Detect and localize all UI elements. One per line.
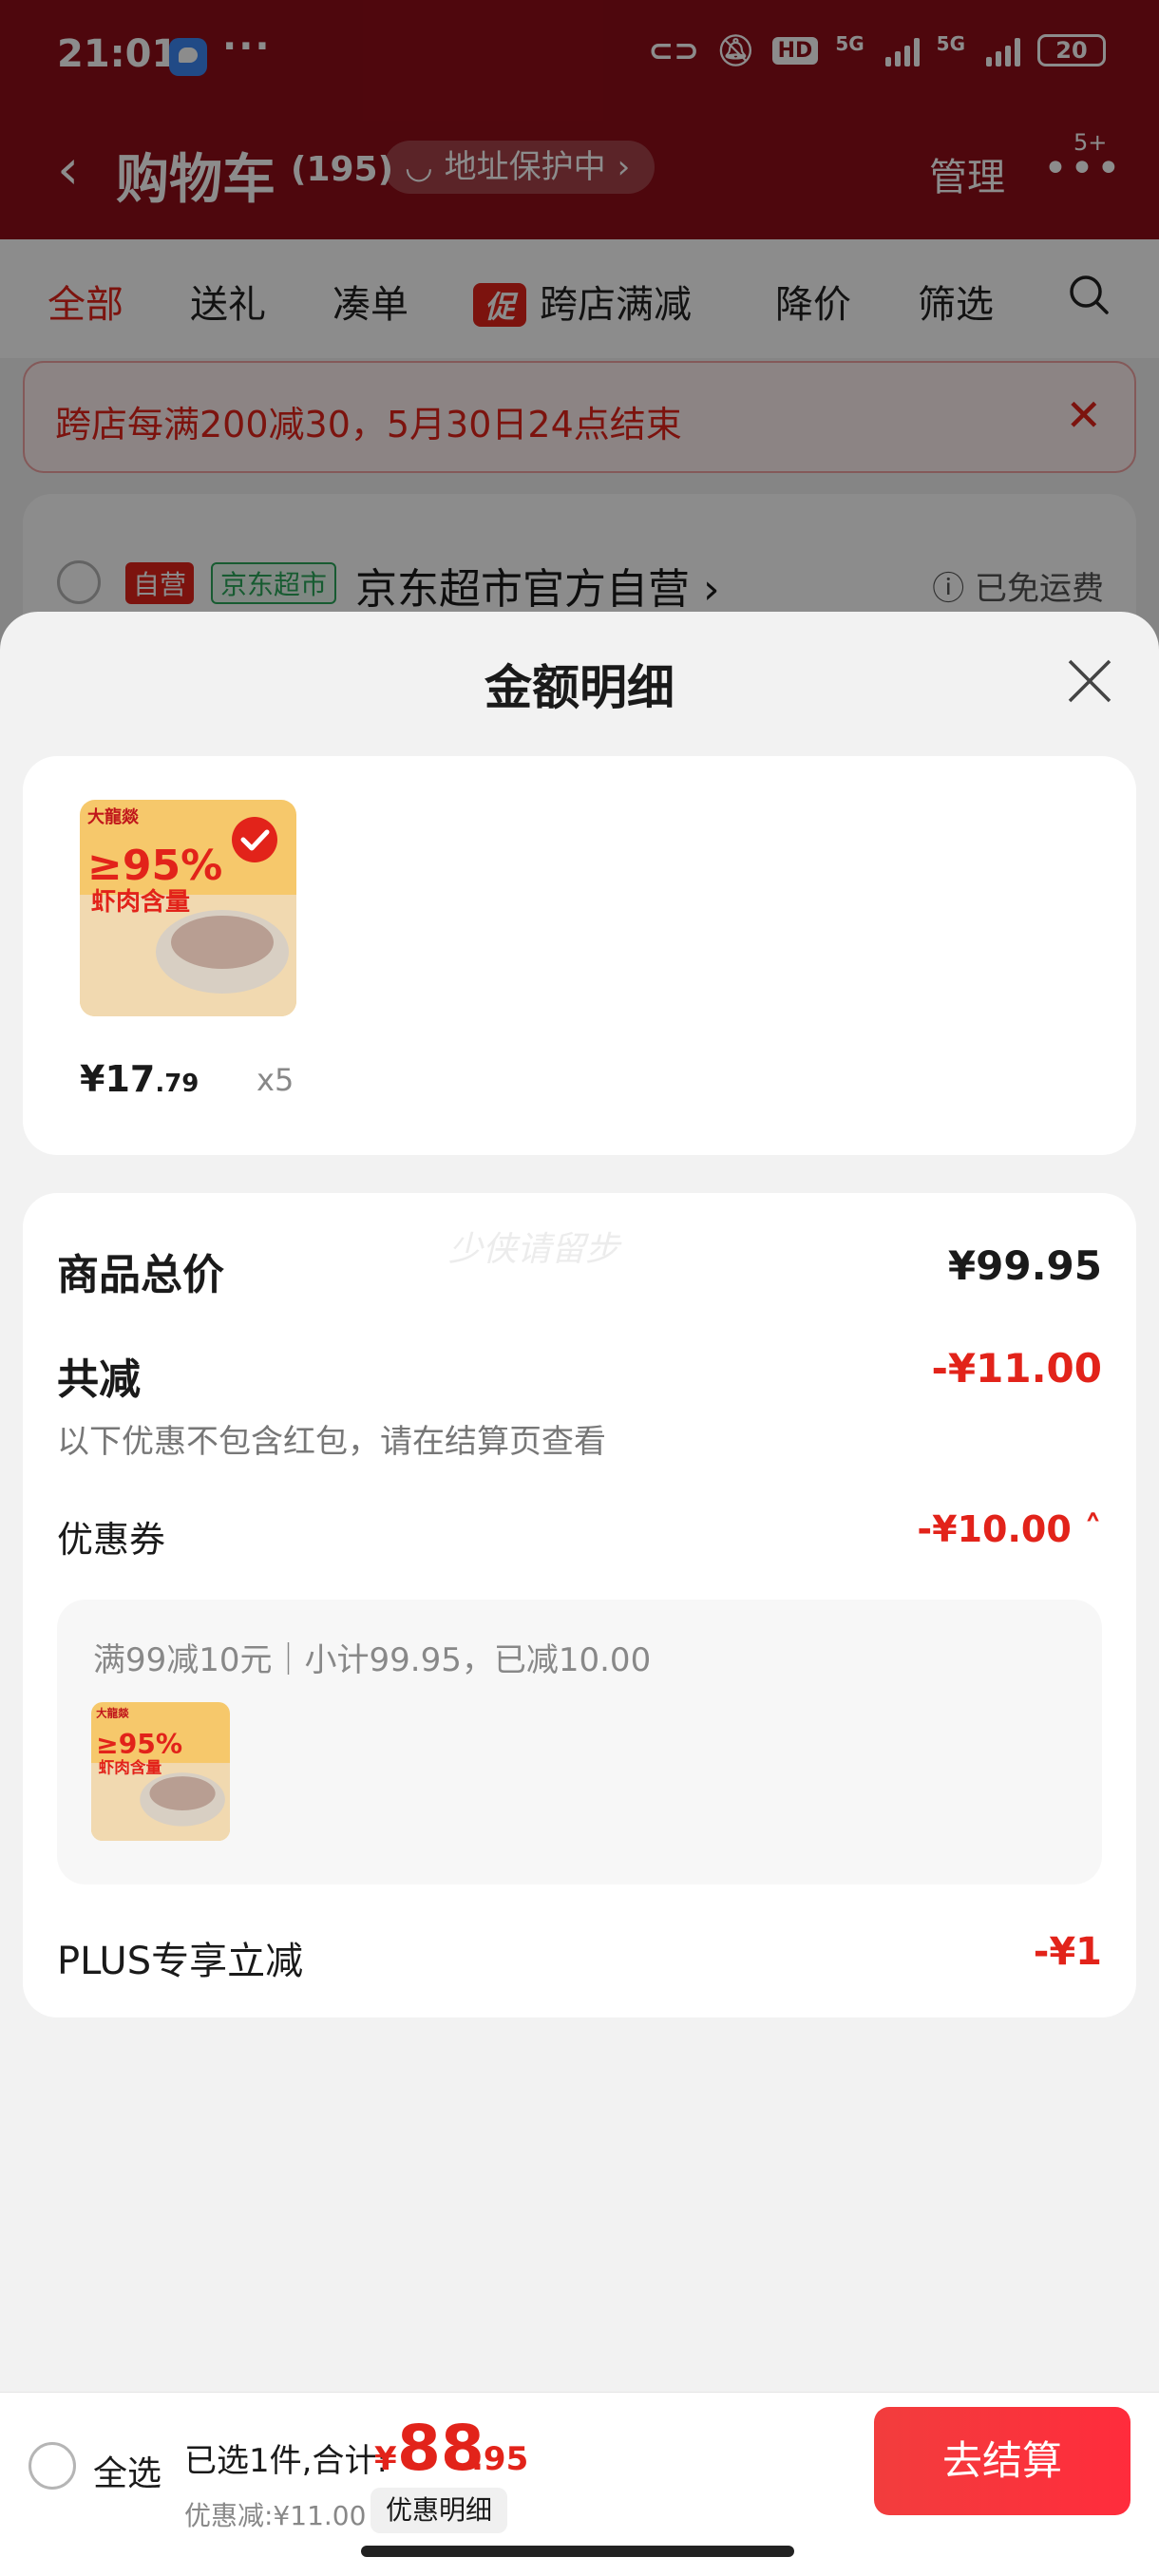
thumb-sub-text: 虾肉含量 <box>99 1757 162 1776</box>
thumb-brand-text: 大龍燚 <box>96 1706 129 1719</box>
selection-summary: 已选1件,合计: <box>184 2442 388 2480</box>
discount-note: 以下优惠不包含红包，请在结算页查看 <box>57 1423 606 1461</box>
image-sub-text: 虾肉含量 <box>91 887 190 917</box>
select-all-label[interactable]: 全选 <box>93 2446 162 2495</box>
coupon-detail-box: 满99减10元｜小计99.95，已减10.00 大龍燚 ≥95% 虾肉含量 <box>57 1600 1102 1885</box>
coupon-description: 满99减10元｜小计99.95，已减10.00 <box>93 1641 652 1679</box>
product-card: 大龍燚 ≥95% 虾肉含量 ¥17.79 x5 <box>23 756 1136 1155</box>
total-currency: ¥ <box>374 2440 397 2478</box>
price-breakdown-card: 少侠请留步 商品总价 ¥99.95 共减 -¥11.00 以下优惠不包含红包，请… <box>23 1193 1136 2017</box>
select-all-radio[interactable] <box>28 2442 76 2490</box>
discount-detail-button[interactable]: 优惠明细 <box>370 2488 508 2533</box>
product-price-main: ¥17 <box>80 1058 156 1100</box>
plus-discount-value: -¥1 <box>1033 1930 1102 1974</box>
home-indicator[interactable] <box>361 2546 794 2557</box>
coupon-label: 优惠券 <box>57 1519 166 1561</box>
coupon-product-thumbnail: 大龍燚 ≥95% 虾肉含量 <box>91 1702 230 1841</box>
product-price-decimal: .79 <box>155 1070 200 1098</box>
total-decimal: .95 <box>471 2440 529 2478</box>
close-icon[interactable] <box>1066 657 1113 705</box>
modal-overlay[interactable] <box>0 0 1159 665</box>
total-discount-value: -¥11.00 <box>931 1345 1102 1392</box>
product-price: ¥17.79 <box>80 1058 199 1100</box>
total-discount-label: 共减 <box>57 1355 141 1404</box>
plus-discount-label: PLUS专享立减 <box>57 1940 304 1983</box>
sheet-title: 金额明细 <box>484 660 674 715</box>
goods-total-label: 商品总价 <box>57 1251 224 1299</box>
image-headline-text: ≥95% <box>87 842 222 890</box>
thumb-headline-text: ≥95% <box>96 1729 182 1760</box>
coupon-value-toggle[interactable]: -¥10.00 ˄ <box>917 1508 1102 1550</box>
discount-summary: 优惠减:¥11.00 <box>184 2500 367 2531</box>
cart-page-background: 21:01 ··· ⊂⊃ 🔕︎ HD 5G 5G 20 ‹ 购物车 (195) … <box>0 0 1159 684</box>
goods-total-value: ¥99.95 <box>947 1242 1102 1289</box>
image-brand-text: 大龍燚 <box>87 806 140 827</box>
watermark: 少侠请留步 <box>448 1230 620 1269</box>
amount-detail-sheet: 金额明细 大龍燚 ≥95% 虾肉含量 ¥17.79 x5 少侠请留步 商品总价 <box>0 612 1159 2393</box>
product-image[interactable]: 大龍燚 ≥95% 虾肉含量 <box>80 800 296 1016</box>
checkout-button[interactable]: 去结算 <box>874 2407 1130 2515</box>
product-quantity: x5 <box>256 1062 294 1098</box>
